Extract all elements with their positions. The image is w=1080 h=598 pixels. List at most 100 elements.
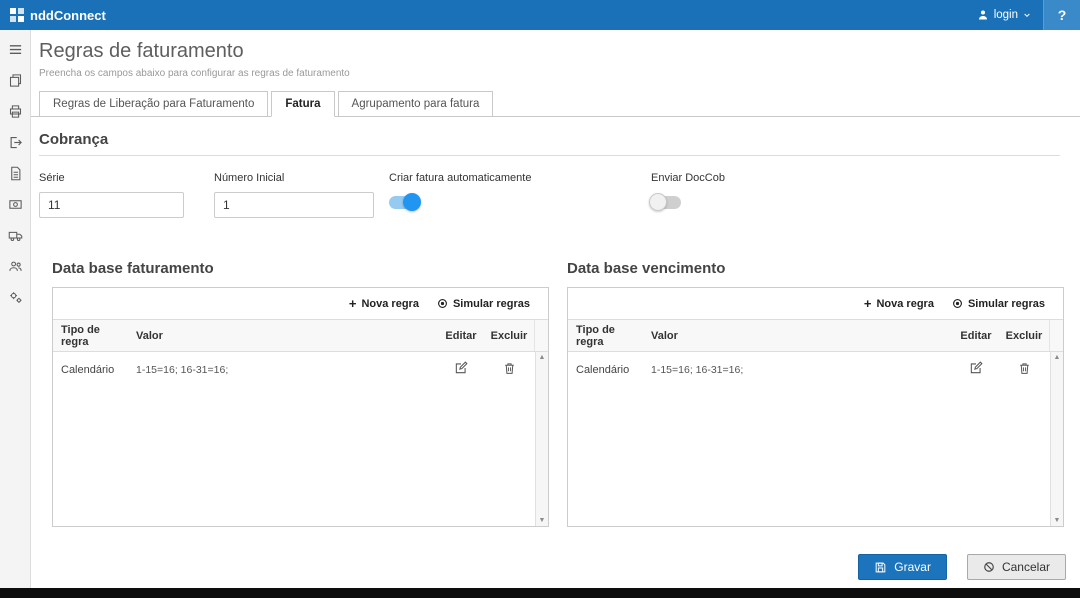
scroll-up-icon[interactable]: ▲ — [1054, 354, 1061, 361]
grid-toolbar: + Nova regra Simular regras — [568, 288, 1063, 320]
serie-label: Série — [39, 172, 214, 184]
nova-regra-button[interactable]: + Nova regra — [864, 297, 934, 310]
enviar-doccob-label: Enviar DocCob — [651, 172, 725, 184]
sidebar-settings-button[interactable] — [4, 288, 26, 306]
tab-fatura[interactable]: Fatura — [271, 91, 334, 117]
delete-button[interactable] — [1018, 362, 1031, 375]
section-title-cobranca: Cobrança — [39, 131, 1060, 156]
logout-icon — [8, 135, 23, 150]
sidebar-users-button[interactable] — [4, 257, 26, 275]
grid-toolbar: + Nova regra Simular regras — [53, 288, 548, 320]
column-header-editar: Editar — [438, 330, 484, 342]
column-header-tipo: Tipo de regra — [53, 324, 128, 348]
tab-agrupamento[interactable]: Agrupamento para fatura — [338, 91, 494, 117]
scroll-up-icon[interactable]: ▲ — [539, 354, 546, 361]
print-icon — [8, 104, 23, 119]
sidebar-copy-button[interactable] — [4, 71, 26, 89]
toggle-knob — [649, 193, 667, 211]
users-icon — [8, 259, 23, 274]
cell-valor: 1-15=16; 16-31=16; — [643, 364, 953, 376]
column-header-tipo: Tipo de regra — [568, 324, 643, 348]
rules-grid: + Nova regra Simular regras Tipo de regr… — [52, 287, 549, 527]
simular-regras-button[interactable]: Simular regras — [952, 298, 1045, 310]
page-header: Regras de faturamento Preencha os campos… — [31, 30, 1080, 79]
rules-grid: + Nova regra Simular regras Tipo de regr… — [567, 287, 1064, 527]
trash-icon — [503, 363, 516, 378]
numero-inicial-input[interactable] — [214, 192, 374, 218]
numero-inicial-label: Número Inicial — [214, 172, 389, 184]
vertical-scrollbar[interactable]: ▲ ▼ — [535, 352, 548, 526]
user-icon — [977, 9, 989, 21]
numero-inicial-field: Número Inicial — [214, 172, 389, 218]
truck-icon — [8, 228, 23, 243]
panel-data-base-faturamento: Data base faturamento + Nova regra Simul… — [52, 260, 549, 527]
sidebar-print-button[interactable] — [4, 102, 26, 120]
app-logo-icon — [10, 8, 24, 22]
column-header-valor: Valor — [128, 330, 438, 342]
edit-icon — [454, 363, 468, 378]
serie-field: Série — [39, 172, 214, 218]
save-icon — [874, 561, 887, 574]
main-content: Regras de faturamento Preencha os campos… — [31, 30, 1080, 588]
trash-icon — [1018, 363, 1031, 378]
panel-title: Data base faturamento — [52, 260, 549, 277]
scroll-down-icon[interactable]: ▼ — [1054, 517, 1061, 524]
tab-regras-liberacao[interactable]: Regras de Liberação para Faturamento — [39, 91, 268, 117]
column-header-scroll-spacer — [534, 320, 548, 351]
grid-body: Calendário 1-15=16; 16-31=16; — [53, 352, 548, 526]
scroll-down-icon[interactable]: ▼ — [539, 517, 546, 524]
gears-icon — [8, 290, 23, 305]
panel-title: Data base vencimento — [567, 260, 1064, 277]
column-header-scroll-spacer — [1049, 320, 1063, 351]
topbar: nddConnect login ? — [0, 0, 1080, 30]
tab-bar: Regras de Liberação para Faturamento Fat… — [31, 91, 1080, 117]
serie-input[interactable] — [39, 192, 184, 218]
enviar-doccob-field: Enviar DocCob — [651, 172, 725, 218]
login-label: login — [994, 9, 1018, 21]
nova-regra-button[interactable]: + Nova regra — [349, 297, 419, 310]
enviar-doccob-toggle[interactable] — [651, 196, 681, 209]
column-header-excluir: Excluir — [999, 330, 1049, 342]
toggle-knob — [403, 193, 421, 211]
column-header-excluir: Excluir — [484, 330, 534, 342]
sidebar-shipping-button[interactable] — [4, 226, 26, 244]
table-row: Calendário 1-15=16; 16-31=16; — [53, 352, 548, 387]
delete-button[interactable] — [503, 362, 516, 375]
edit-button[interactable] — [969, 361, 983, 375]
brand: nddConnect — [0, 8, 106, 23]
grid-body: Calendário 1-15=16; 16-31=16; — [568, 352, 1063, 526]
edit-button[interactable] — [454, 361, 468, 375]
page-subtitle: Preencha os campos abaixo para configura… — [39, 68, 1080, 79]
sidebar-menu-button[interactable] — [4, 40, 26, 58]
cobranca-form: Série Número Inicial Criar fatura automa… — [39, 172, 1080, 218]
vertical-scrollbar[interactable]: ▲ ▼ — [1050, 352, 1063, 526]
table-row: Calendário 1-15=16; 16-31=16; — [568, 352, 1063, 387]
sidebar-document-button[interactable] — [4, 164, 26, 182]
criar-fatura-field: Criar fatura automaticamente — [389, 172, 651, 218]
cell-valor: 1-15=16; 16-31=16; — [128, 364, 438, 376]
window-footer-bar — [0, 588, 1080, 598]
grid-header: Tipo de regra Valor Editar Excluir — [568, 320, 1063, 352]
help-button[interactable]: ? — [1044, 0, 1080, 30]
cancel-button[interactable]: Cancelar — [967, 554, 1066, 580]
sidebar-logout-button[interactable] — [4, 133, 26, 151]
save-button[interactable]: Gravar — [858, 554, 947, 580]
cobranca-section: Cobrança — [39, 131, 1060, 156]
page-title: Regras de faturamento — [39, 40, 1080, 63]
edit-icon — [969, 363, 983, 378]
login-menu[interactable]: login — [965, 0, 1043, 30]
plus-icon: + — [864, 297, 872, 310]
sidebar-billing-button[interactable] — [4, 195, 26, 213]
menu-icon — [8, 42, 23, 57]
simular-regras-button[interactable]: Simular regras — [437, 298, 530, 310]
document-icon — [8, 166, 23, 181]
criar-fatura-toggle[interactable] — [389, 196, 419, 209]
column-header-valor: Valor — [643, 330, 953, 342]
help-label: ? — [1058, 7, 1067, 23]
brand-name: nddConnect — [30, 8, 106, 23]
billing-icon — [8, 197, 23, 212]
target-icon — [952, 298, 963, 309]
cell-tipo: Calendário — [53, 364, 128, 376]
cancel-icon — [983, 561, 995, 573]
grid-header: Tipo de regra Valor Editar Excluir — [53, 320, 548, 352]
